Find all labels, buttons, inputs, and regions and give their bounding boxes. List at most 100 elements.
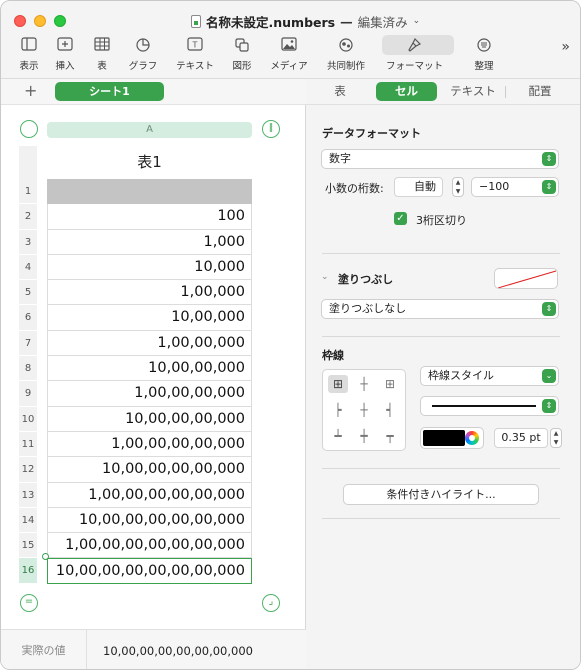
tab-table[interactable]: 表 xyxy=(318,82,362,101)
table-cell[interactable]: 10,00,00,00,000 xyxy=(47,406,252,432)
title-bar: 名称未設定.numbers — 編集済み ⌄ 表示 挿入 表 グラフ T テキス… xyxy=(1,1,580,79)
toolbar-chart-label: グラフ xyxy=(128,61,158,72)
thousands-separator-checkbox[interactable]: ✓ xyxy=(394,212,407,225)
row-number[interactable]: 1 xyxy=(19,179,37,205)
toolbar-organize[interactable]: 整理 xyxy=(456,37,512,77)
plus-icon[interactable]: + xyxy=(24,81,37,100)
line-style-popup[interactable]: ⇕ xyxy=(420,396,559,416)
left-border-icon[interactable]: ┝ xyxy=(328,401,348,419)
row-number[interactable]: 13 xyxy=(19,482,37,508)
border-width-stepper[interactable]: ▲ ▼ xyxy=(550,428,562,448)
actual-value: 10,00,00,00,00,00,00,000 xyxy=(103,644,253,658)
row-number[interactable]: 4 xyxy=(19,254,37,281)
chevron-updown-icon: ⇕ xyxy=(542,180,556,194)
outer-borders-icon[interactable]: ⊞ xyxy=(380,375,400,393)
table-cell[interactable]: 10,000 xyxy=(47,254,252,281)
border-width-field[interactable]: 0.35 pt xyxy=(494,428,548,448)
chevron-updown-icon: ⇕ xyxy=(542,152,556,166)
table-cell[interactable]: 1,00,00,00,00,000 xyxy=(47,431,252,458)
resize-table-icon[interactable]: ⌟ xyxy=(262,594,280,612)
row-number[interactable]: 16 xyxy=(19,558,37,584)
equals-icon[interactable]: = xyxy=(20,594,38,612)
decimals-field[interactable]: 自動 xyxy=(394,177,443,197)
row-number[interactable]: 6 xyxy=(19,305,37,331)
row-number[interactable]: 15 xyxy=(19,533,37,559)
zoom-window-button[interactable] xyxy=(54,15,66,27)
all-borders-icon[interactable]: ⊞ xyxy=(328,375,348,393)
toolbar-format[interactable]: フォーマット xyxy=(382,35,454,77)
tab-sheet-1[interactable]: シート1 xyxy=(55,82,164,101)
table-select-handle[interactable] xyxy=(20,120,38,138)
fill-popup[interactable]: 塗りつぶしなし ⇕ xyxy=(321,299,559,319)
border-color-swatch xyxy=(423,430,465,446)
row-number[interactable]: 11 xyxy=(19,431,37,458)
row-number[interactable]: 3 xyxy=(19,229,37,255)
table-cell[interactable]: 1,00,00,00,00,00,000 xyxy=(47,482,252,508)
toolbar-collaborate[interactable]: 共同制作 xyxy=(318,37,374,77)
toolbar-media-label: メディア xyxy=(270,61,308,72)
row-number[interactable]: 8 xyxy=(19,356,37,382)
tab-text[interactable]: テキスト xyxy=(444,82,502,101)
inner-vertical-border-icon[interactable]: ┼ xyxy=(354,401,374,419)
tab-cell[interactable]: セル xyxy=(376,82,437,101)
close-window-button[interactable] xyxy=(14,15,26,27)
table-cell[interactable]: 1,00,00,00,000 xyxy=(47,381,252,407)
bottom-border-icon[interactable]: ┷ xyxy=(328,427,348,445)
table-cell[interactable]: 1,00,000 xyxy=(47,280,252,306)
row-number[interactable]: 12 xyxy=(19,457,37,483)
section-divider xyxy=(322,468,560,469)
window-title[interactable]: 名称未設定.numbers — 編集済み ⌄ xyxy=(191,11,420,31)
negative-format-popup[interactable]: −100 ⇕ xyxy=(471,177,559,197)
negative-format-value: −100 xyxy=(479,180,510,193)
row-number[interactable]: 10 xyxy=(19,406,37,432)
table-cell[interactable]: 10,00,00,00,00,00,000 xyxy=(47,507,252,534)
decimals-stepper[interactable]: ▲ ▼ xyxy=(452,177,464,197)
table-cell[interactable]: 10,00,000 xyxy=(47,305,252,331)
chevron-double-right-icon[interactable]: » xyxy=(561,39,570,55)
table-cell[interactable]: 1,000 xyxy=(47,229,252,255)
selection-handle[interactable] xyxy=(42,553,49,560)
image-icon xyxy=(261,37,317,55)
chevron-updown-icon: ⇕ xyxy=(542,399,556,413)
table-cell[interactable]: 100 xyxy=(47,204,252,230)
inner-horizontal-border-icon[interactable]: ┿ xyxy=(354,427,374,445)
chevron-updown-icon: ⇕ xyxy=(542,302,556,316)
toolbar-media[interactable]: メディア xyxy=(261,37,317,77)
border-color-well[interactable] xyxy=(420,427,484,449)
row-number[interactable]: 7 xyxy=(19,330,37,357)
right-border-icon[interactable]: ┥ xyxy=(380,401,400,419)
row-number[interactable]: 14 xyxy=(19,507,37,534)
column-header-a[interactable]: A xyxy=(47,122,252,138)
row-number[interactable]: 5 xyxy=(19,280,37,306)
tab-divider xyxy=(505,86,506,98)
disclosure-chevron-icon[interactable]: ⌄ xyxy=(321,272,329,282)
toolbar-chart[interactable]: グラフ xyxy=(115,37,171,77)
table-cell[interactable]: 1,00,00,000 xyxy=(47,330,252,357)
table-cell[interactable]: 10,00,00,000 xyxy=(47,356,252,382)
pause-columns-icon[interactable]: ‖ xyxy=(262,120,280,138)
table-cell[interactable]: 1,00,00,00,00,00,00,000 xyxy=(47,533,252,559)
row-number[interactable]: 2 xyxy=(19,204,37,230)
color-wheel-icon[interactable] xyxy=(465,431,479,445)
file-name: 名称未設定.numbers xyxy=(206,14,336,30)
paintbrush-icon xyxy=(386,37,442,55)
tab-arrange[interactable]: 配置 xyxy=(514,82,566,101)
value-bar: 実際の値 10,00,00,00,00,00,00,000 xyxy=(1,629,306,669)
section-divider xyxy=(322,518,560,519)
border-style-popup[interactable]: 枠線スタイル ⌄ xyxy=(420,366,559,386)
data-format-popup[interactable]: 数字 ⇕ xyxy=(321,149,559,169)
table-column-a: 100 1,000 10,000 1,00,000 10,00,000 1,00,00,0… xyxy=(47,179,252,584)
title-separator: — xyxy=(340,13,353,29)
row-number[interactable]: 9 xyxy=(19,381,37,407)
conditional-highlight-button[interactable]: 条件付きハイライト... xyxy=(343,484,539,505)
no-fill-slash-icon xyxy=(497,270,557,288)
header-cell[interactable] xyxy=(47,179,252,205)
table-title[interactable]: 表1 xyxy=(47,151,252,172)
table-cell[interactable]: 10,00,00,00,00,00,00,000 xyxy=(47,558,252,584)
table-cell[interactable]: 10,00,00,00,00,000 xyxy=(47,457,252,483)
minimize-window-button[interactable] xyxy=(34,15,46,27)
inner-borders-icon[interactable]: ┼ xyxy=(354,375,374,393)
top-border-icon[interactable]: ┯ xyxy=(380,427,400,445)
fill-color-well[interactable] xyxy=(494,268,558,289)
data-format-title: データフォーマット xyxy=(322,127,421,140)
